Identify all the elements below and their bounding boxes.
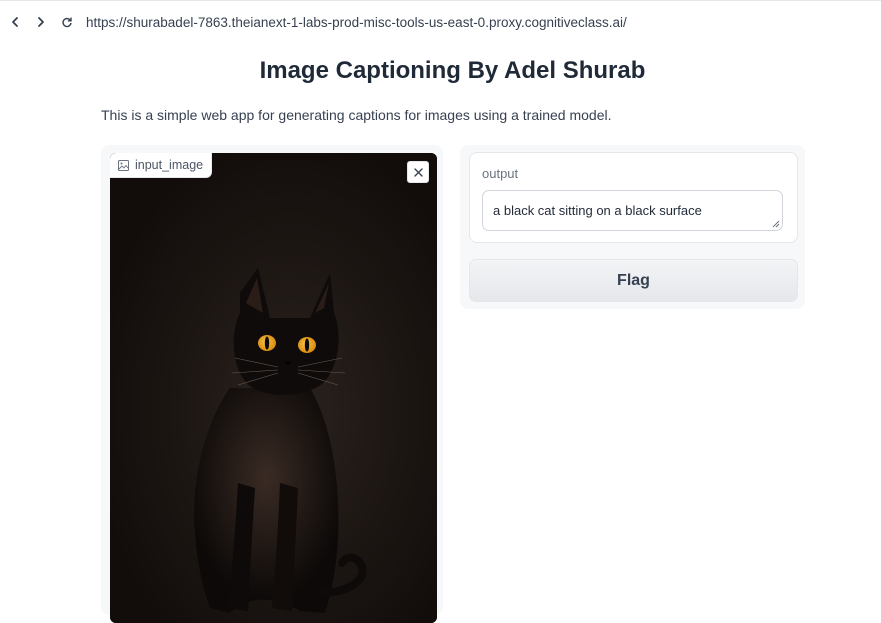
page-description: This is a simple web app for generating … (101, 107, 612, 123)
uploaded-cat-image (110, 153, 437, 623)
address-bar-url[interactable]: https://shurabadel-7863.theianext-1-labs… (86, 15, 627, 30)
close-icon (413, 167, 423, 177)
forward-button[interactable] (30, 11, 52, 33)
output-textbox[interactable]: a black cat sitting on a black surface (482, 190, 783, 231)
chevron-right-icon (38, 17, 44, 27)
input-image-label: input_image (110, 153, 213, 178)
page-title: Image Captioning By Adel Shurab (259, 57, 646, 84)
back-button[interactable] (4, 11, 26, 33)
image-icon (118, 159, 129, 171)
browser-toolbar: https://shurabadel-7863.theianext-1-labs… (0, 0, 881, 43)
input-image-dropzone[interactable]: input_image (110, 153, 437, 623)
output-panel: output a black cat sitting on a black su… (460, 145, 805, 309)
input-image-label-text: input_image (135, 158, 204, 172)
resize-handle-icon[interactable] (772, 220, 780, 228)
flag-button[interactable]: Flag (469, 259, 798, 302)
clear-image-button[interactable] (407, 161, 429, 183)
output-block: output a black cat sitting on a black su… (469, 152, 798, 243)
reload-icon (62, 17, 72, 28)
chevron-left-icon (12, 17, 18, 27)
output-text: a black cat sitting on a black surface (493, 203, 702, 218)
reload-button[interactable] (56, 11, 78, 33)
input-image-panel: input_image (101, 145, 443, 623)
output-label: output (482, 166, 519, 181)
